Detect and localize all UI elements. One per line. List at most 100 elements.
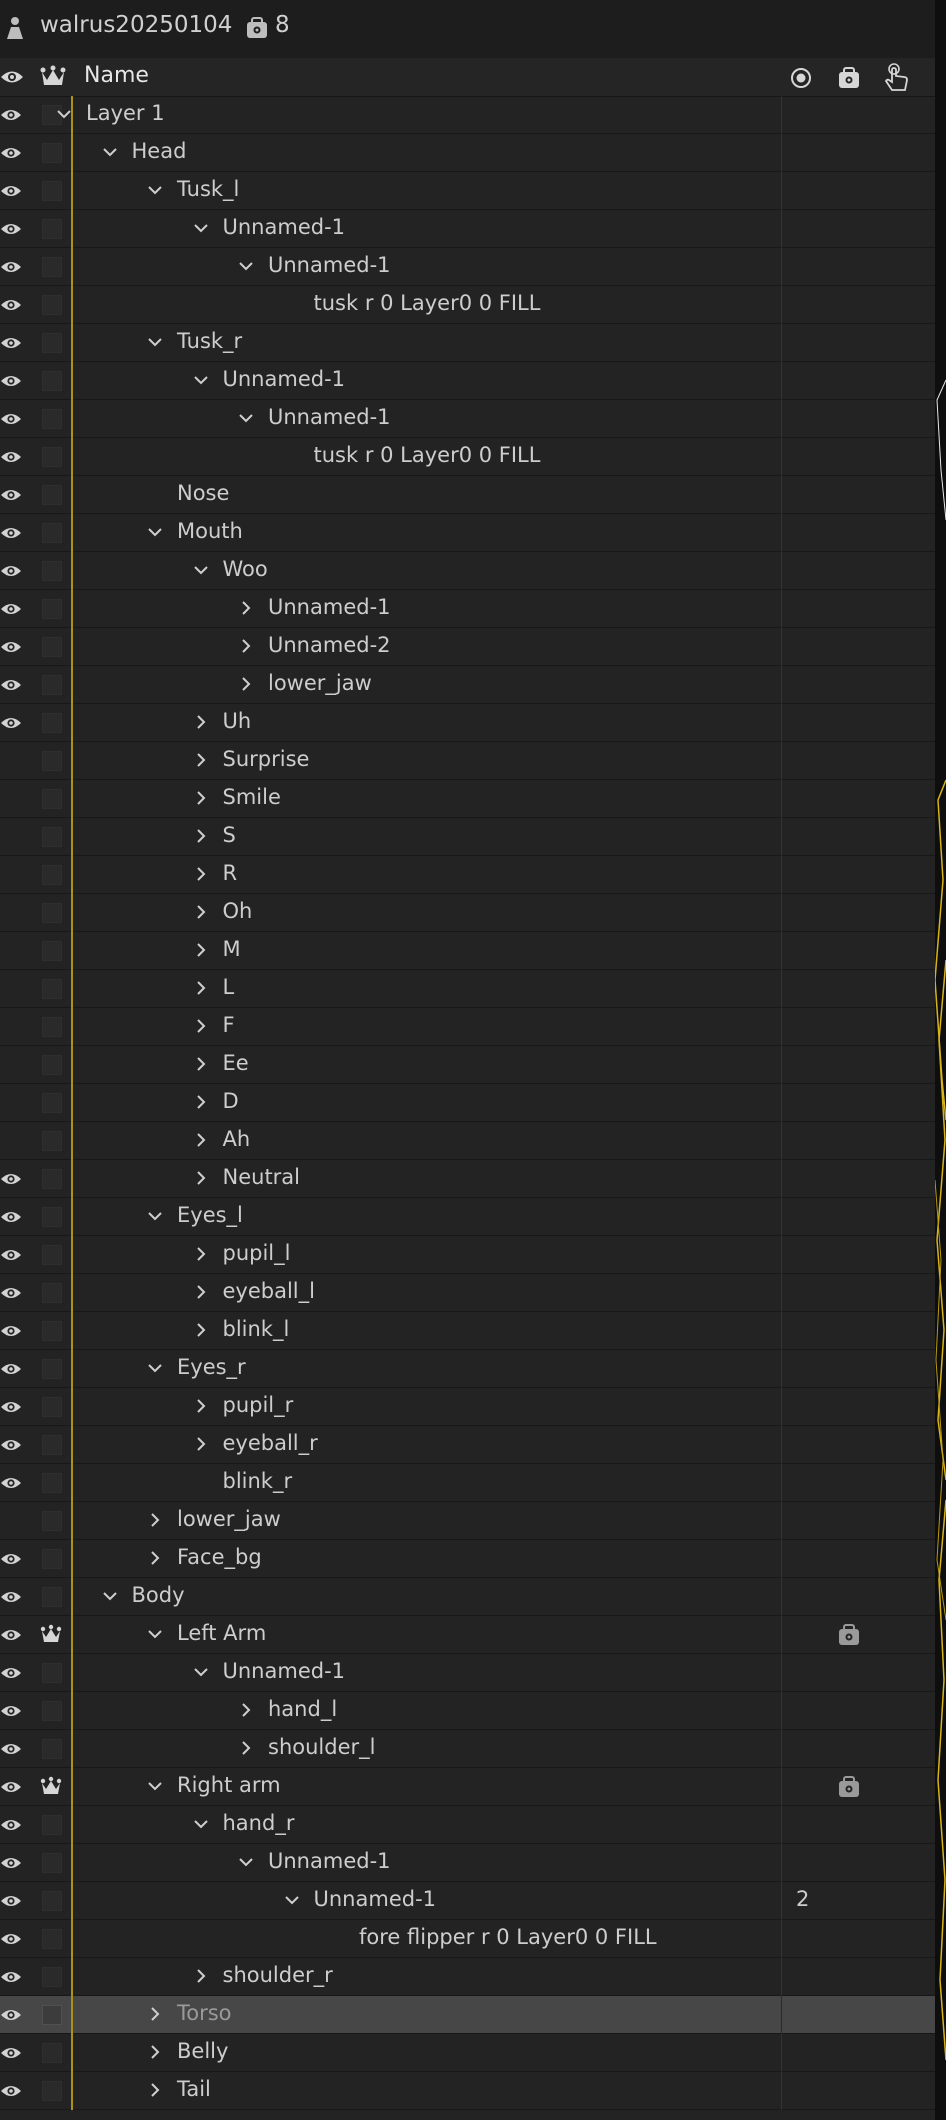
layer-row-smile[interactable]: Smile	[0, 780, 935, 818]
layer-row-eyeball-l[interactable]: eyeball_l	[0, 1274, 935, 1312]
eye-icon[interactable]	[0, 1968, 22, 1986]
handle-toggle-box[interactable]	[42, 1131, 62, 1151]
handle-toggle-box[interactable]	[42, 1549, 62, 1569]
handle-toggle-box[interactable]	[42, 1245, 62, 1265]
chevron-down-icon[interactable]	[238, 1854, 254, 1870]
chevron-down-icon[interactable]	[147, 334, 163, 350]
chevron-right-icon[interactable]	[147, 2082, 163, 2098]
layer-row-pupil-r[interactable]: pupil_r	[0, 1388, 935, 1426]
chevron-down-icon[interactable]	[238, 410, 254, 426]
chevron-down-icon[interactable]	[193, 562, 209, 578]
chevron-down-icon[interactable]	[102, 1588, 118, 1604]
layer-row-fore-flipper-r-0-layer0-0-fill[interactable]: fore flipper r 0 Layer0 0 FILL	[0, 1920, 935, 1958]
chevron-down-icon[interactable]	[147, 1208, 163, 1224]
layer-row-unnamed-1[interactable]: Unnamed-1	[0, 248, 935, 286]
chevron-right-icon[interactable]	[238, 638, 254, 654]
handle-toggle-box[interactable]	[42, 1739, 62, 1759]
handle-toggle-box[interactable]	[42, 485, 62, 505]
layer-row-lower-jaw[interactable]: lower_jaw	[0, 1502, 935, 1540]
layer-row-unnamed-1[interactable]: Unnamed-1	[0, 362, 935, 400]
layer-row-eyeball-r[interactable]: eyeball_r	[0, 1426, 935, 1464]
handle-toggle-box[interactable]	[42, 675, 62, 695]
chevron-down-icon[interactable]	[147, 1778, 163, 1794]
eye-icon[interactable]	[0, 486, 22, 504]
eye-icon[interactable]	[0, 562, 22, 580]
layer-row-left-arm[interactable]: Left Arm	[0, 1616, 935, 1654]
chevron-right-icon[interactable]	[193, 1094, 209, 1110]
layer-row-tail[interactable]: Tail	[0, 2072, 935, 2110]
handle-toggle-box[interactable]	[42, 1017, 62, 1037]
handle-toggle-box[interactable]	[42, 295, 62, 315]
handle-toggle-box[interactable]	[42, 333, 62, 353]
handle-toggle-box[interactable]	[42, 1701, 62, 1721]
eye-icon[interactable]	[0, 410, 22, 428]
layer-row-surprise[interactable]: Surprise	[0, 742, 935, 780]
handle-toggle-box[interactable]	[42, 561, 62, 581]
chevron-right-icon[interactable]	[193, 1436, 209, 1452]
eye-icon[interactable]	[0, 2006, 22, 2024]
handle-toggle-box[interactable]	[42, 903, 62, 923]
chevron-right-icon[interactable]	[193, 752, 209, 768]
layer-row-blink-l[interactable]: blink_l	[0, 1312, 935, 1350]
handle-toggle-box[interactable]	[42, 713, 62, 733]
layer-row-face-bg[interactable]: Face_bg	[0, 1540, 935, 1578]
layer-row-unnamed-1[interactable]: Unnamed-1 2	[0, 1882, 935, 1920]
handle-toggle-box[interactable]	[42, 1435, 62, 1455]
eye-icon[interactable]	[0, 638, 22, 656]
chevron-right-icon[interactable]	[147, 2006, 163, 2022]
layer-row-d[interactable]: D	[0, 1084, 935, 1122]
handle-toggle-box[interactable]	[42, 2005, 62, 2025]
handle-toggle-box[interactable]	[42, 637, 62, 657]
layer-row-l[interactable]: L	[0, 970, 935, 1008]
chevron-right-icon[interactable]	[193, 1132, 209, 1148]
eye-icon[interactable]	[0, 1284, 22, 1302]
chevron-down-icon[interactable]	[147, 182, 163, 198]
chevron-right-icon[interactable]	[238, 1740, 254, 1756]
chevron-right-icon[interactable]	[193, 1398, 209, 1414]
eye-icon[interactable]	[0, 1360, 22, 1378]
handle-toggle-box[interactable]	[42, 257, 62, 277]
chevron-right-icon[interactable]	[193, 790, 209, 806]
eye-icon[interactable]	[0, 1550, 22, 1568]
layer-row-tusk-r[interactable]: Tusk_r	[0, 324, 935, 362]
layer-row-tusk-r-0-layer0-0-fill[interactable]: tusk r 0 Layer0 0 FILL	[0, 286, 935, 324]
eye-icon[interactable]	[0, 1474, 22, 1492]
handle-toggle-box[interactable]	[42, 1055, 62, 1075]
handle-toggle-box[interactable]	[42, 1093, 62, 1113]
chevron-right-icon[interactable]	[193, 1284, 209, 1300]
chevron-right-icon[interactable]	[238, 1702, 254, 1718]
handle-toggle-box[interactable]	[42, 1473, 62, 1493]
layer-row-neutral[interactable]: Neutral	[0, 1160, 935, 1198]
layer-row-layer-1[interactable]: Layer 1	[0, 96, 935, 134]
handle-toggle-box[interactable]	[42, 865, 62, 885]
handle-toggle-box[interactable]	[42, 447, 62, 467]
layer-row-woo[interactable]: Woo	[0, 552, 935, 590]
chevron-right-icon[interactable]	[238, 600, 254, 616]
layer-row-unnamed-1[interactable]: Unnamed-1	[0, 590, 935, 628]
eye-icon[interactable]	[0, 448, 22, 466]
chevron-down-icon[interactable]	[193, 372, 209, 388]
eye-icon[interactable]	[0, 1322, 22, 1340]
chevron-right-icon[interactable]	[147, 1512, 163, 1528]
touch-hand-icon[interactable]	[883, 63, 911, 93]
handle-toggle-box[interactable]	[42, 979, 62, 999]
chevron-down-icon[interactable]	[56, 106, 72, 122]
layer-row-unnamed-1[interactable]: Unnamed-1	[0, 400, 935, 438]
chevron-right-icon[interactable]	[193, 1246, 209, 1262]
layer-row-s[interactable]: S	[0, 818, 935, 856]
layer-row-hand-r[interactable]: hand_r	[0, 1806, 935, 1844]
eye-icon[interactable]	[0, 258, 22, 276]
crown-handle-icon[interactable]	[40, 65, 66, 89]
handle-toggle-box[interactable]	[42, 143, 62, 163]
handle-toggle-box[interactable]	[42, 1853, 62, 1873]
layer-row-r[interactable]: R	[0, 856, 935, 894]
layer-row-blink-r[interactable]: blink_r	[0, 1464, 935, 1502]
chevron-down-icon[interactable]	[284, 1892, 300, 1908]
handle-toggle-box[interactable]	[42, 1587, 62, 1607]
eye-icon[interactable]	[0, 1398, 22, 1416]
layer-row-pupil-l[interactable]: pupil_l	[0, 1236, 935, 1274]
chevron-down-icon[interactable]	[147, 1626, 163, 1642]
layer-row-mouth[interactable]: Mouth	[0, 514, 935, 552]
chevron-right-icon[interactable]	[193, 1018, 209, 1034]
chevron-right-icon[interactable]	[193, 904, 209, 920]
